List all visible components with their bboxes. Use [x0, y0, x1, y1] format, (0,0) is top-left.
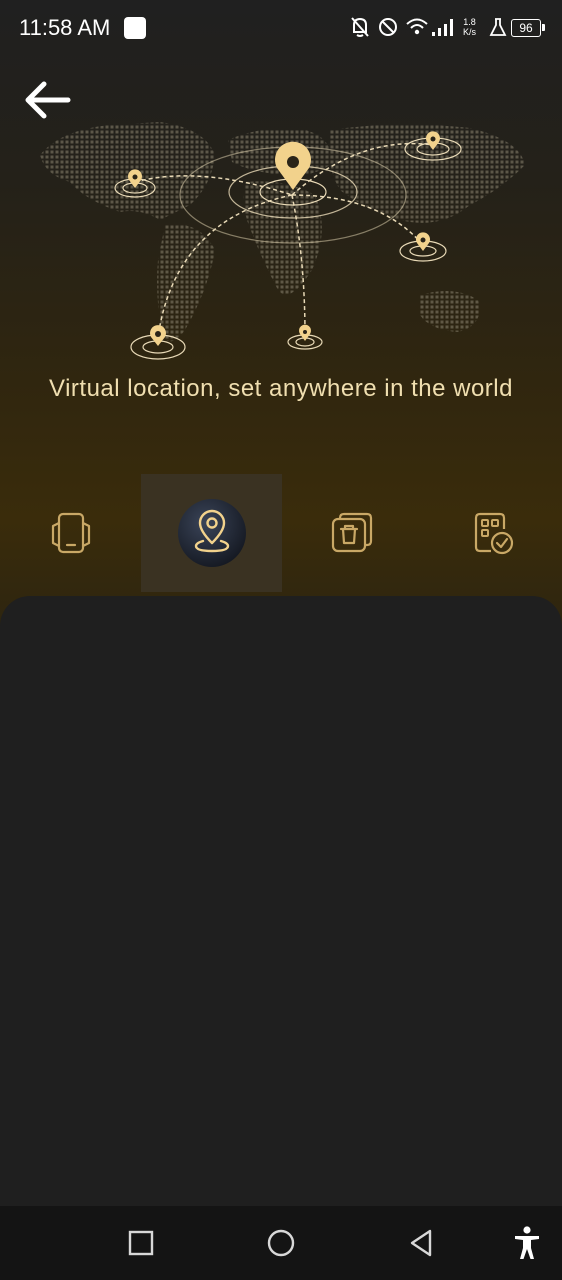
status-time: 11:58 AM [19, 15, 111, 40]
notification-square-icon [124, 17, 146, 39]
status-bar: 11:58 AM 1.8 K/s 96 [0, 0, 562, 58]
tab-device[interactable] [0, 474, 141, 592]
recents-square-icon[interactable] [126, 1224, 156, 1262]
accessibility-icon[interactable] [510, 1224, 544, 1262]
phone-icon [51, 512, 90, 554]
signal-icon [432, 19, 453, 36]
wifi-icon [406, 18, 428, 35]
bell-off-icon [351, 17, 369, 37]
home-circle-icon[interactable] [264, 1224, 298, 1262]
system-nav-bar [0, 1206, 562, 1280]
check-card-icon [474, 512, 513, 555]
back-triangle-icon[interactable] [406, 1224, 436, 1262]
content-panel [0, 596, 562, 1206]
tab-verify[interactable] [422, 474, 562, 592]
location-pin-icon [177, 499, 246, 567]
tab-clean[interactable] [281, 474, 422, 592]
world-map-illustration [40, 122, 525, 360]
battery-indicator: 96 [511, 19, 545, 37]
trash-icon [331, 512, 372, 553]
feature-tabs [0, 474, 562, 592]
dnd-icon [379, 18, 397, 36]
flask-icon [489, 18, 507, 36]
hero-tagline: Virtual location, set anywhere in the wo… [49, 375, 513, 402]
tab-location[interactable] [141, 474, 282, 592]
net-speed: 1.8 K/s [463, 17, 477, 37]
